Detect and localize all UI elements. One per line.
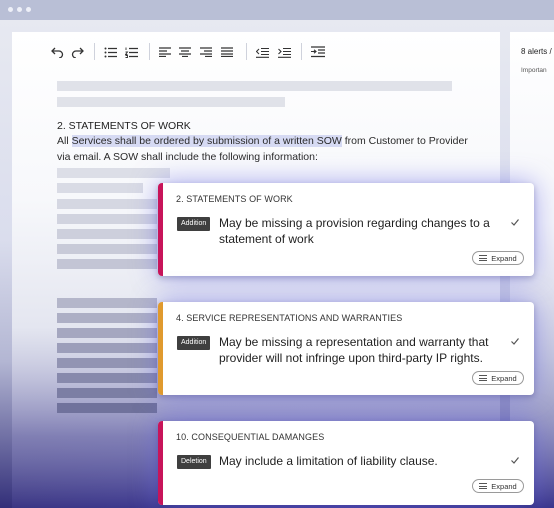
alert-title: 4. SERVICE REPRESENTATIONS AND WARRANTIE… bbox=[176, 313, 403, 323]
expand-button[interactable]: Expand bbox=[472, 479, 524, 493]
expand-icon bbox=[479, 483, 488, 489]
document-line-2: via email. A SOW shall include the follo… bbox=[57, 151, 318, 163]
placeholder-line bbox=[57, 388, 157, 398]
numbered-list-icon[interactable] bbox=[124, 44, 138, 60]
insert-icon[interactable] bbox=[310, 44, 325, 60]
placeholder-line bbox=[57, 358, 157, 368]
toolbar-divider bbox=[246, 43, 247, 60]
placeholder-line bbox=[57, 214, 157, 224]
alert-title: 2. STATEMENTS OF WORK bbox=[176, 194, 293, 204]
window-dot-zoom[interactable] bbox=[26, 7, 31, 12]
placeholder-line bbox=[57, 229, 157, 239]
toolbar-divider bbox=[149, 43, 150, 60]
placeholder-line bbox=[57, 328, 157, 338]
align-right-icon[interactable] bbox=[199, 44, 213, 60]
toolbar-divider bbox=[301, 43, 302, 60]
document-line-1: All Services shall be ordered by submiss… bbox=[57, 135, 468, 147]
placeholder-line bbox=[57, 343, 157, 353]
align-justify-icon[interactable] bbox=[220, 44, 234, 60]
placeholder-line bbox=[57, 373, 157, 383]
section-heading: 2. STATEMENTS OF WORK bbox=[57, 120, 191, 132]
alert-accent-bar bbox=[158, 183, 163, 276]
alert-accent-bar bbox=[158, 421, 163, 505]
alert-title: 10. CONSEQUENTIAL DAMANGES bbox=[176, 432, 325, 442]
alert-type-badge: Addition bbox=[177, 217, 211, 231]
placeholder-line bbox=[57, 259, 157, 269]
placeholder-line bbox=[57, 168, 170, 178]
redo-icon[interactable] bbox=[70, 44, 84, 60]
expand-icon bbox=[479, 375, 488, 381]
placeholder-line bbox=[57, 97, 285, 107]
placeholder-line bbox=[57, 244, 157, 254]
expand-button[interactable]: Expand bbox=[472, 251, 524, 265]
indent-icon[interactable] bbox=[277, 44, 291, 60]
check-icon[interactable] bbox=[510, 336, 520, 346]
placeholder-line bbox=[57, 313, 157, 323]
alerts-filter[interactable]: Importan bbox=[521, 67, 547, 74]
bullet-list-icon[interactable] bbox=[103, 44, 117, 60]
align-center-icon[interactable] bbox=[178, 44, 192, 60]
alert-type-badge: Addition bbox=[177, 336, 211, 350]
expand-button[interactable]: Expand bbox=[472, 371, 524, 385]
alert-card[interactable]: 2. STATEMENTS OF WORK Addition May be mi… bbox=[158, 183, 534, 276]
toolbar-divider bbox=[94, 43, 95, 60]
alert-message: May be missing a provision regarding cha… bbox=[219, 216, 490, 246]
undo-icon[interactable] bbox=[50, 44, 64, 60]
check-icon[interactable] bbox=[510, 455, 520, 465]
alert-type-badge: Deletion bbox=[177, 455, 211, 469]
alert-message: May include a limitation of liability cl… bbox=[219, 454, 438, 468]
placeholder-line bbox=[57, 199, 157, 209]
alerts-count[interactable]: 8 alerts / bbox=[521, 47, 552, 56]
outdent-icon[interactable] bbox=[255, 44, 269, 60]
placeholder-line bbox=[57, 183, 143, 193]
align-left-icon[interactable] bbox=[158, 44, 172, 60]
expand-icon bbox=[479, 255, 488, 261]
check-icon[interactable] bbox=[510, 217, 520, 227]
highlighted-clause[interactable]: Services shall be ordered by submission … bbox=[71, 135, 342, 147]
alert-accent-bar bbox=[158, 302, 163, 395]
placeholder-line bbox=[57, 81, 452, 91]
window-dot-close[interactable] bbox=[8, 7, 13, 12]
window-titlebar bbox=[0, 0, 554, 20]
placeholder-line bbox=[57, 403, 157, 413]
alert-message: May be missing a representation and warr… bbox=[219, 335, 489, 365]
window-dot-minimize[interactable] bbox=[17, 7, 22, 12]
alert-card[interactable]: 4. SERVICE REPRESENTATIONS AND WARRANTIE… bbox=[158, 302, 534, 395]
alert-card[interactable]: 10. CONSEQUENTIAL DAMANGES Deletion May … bbox=[158, 421, 534, 505]
placeholder-line bbox=[57, 298, 157, 308]
